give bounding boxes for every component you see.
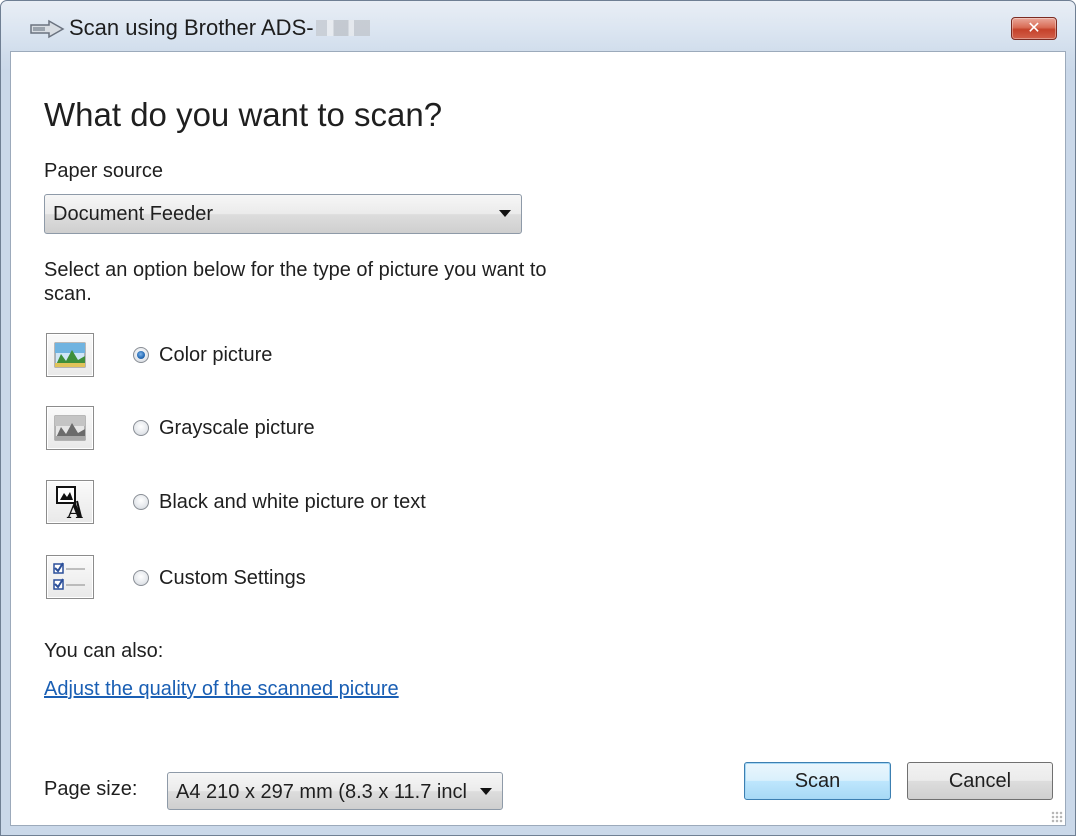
custom-settings-radio[interactable]: [133, 570, 149, 586]
grayscale-picture-label[interactable]: Grayscale picture: [159, 417, 315, 440]
redacted-model-number: [315, 20, 370, 36]
chevron-down-icon: [499, 210, 511, 217]
color-picture-radio[interactable]: [133, 347, 149, 363]
color-picture-label[interactable]: Color picture: [159, 344, 272, 367]
window-title-text: Scan using Brother ADS-: [69, 15, 314, 40]
grayscale-picture-icon[interactable]: [46, 406, 94, 450]
custom-settings-icon[interactable]: [46, 555, 94, 599]
window-title: Scan using Brother ADS-: [69, 15, 370, 41]
adjust-quality-link[interactable]: Adjust the quality of the scanned pictur…: [44, 678, 399, 701]
black-white-radio[interactable]: [133, 494, 149, 510]
page-title: What do you want to scan?: [44, 96, 443, 133]
close-button[interactable]: ✕: [1011, 17, 1057, 40]
paper-source-value: Document Feeder: [53, 203, 214, 225]
page-size-dropdown[interactable]: A4 210 x 297 mm (8.3 x 11.7 incl: [167, 772, 503, 810]
paper-source-dropdown[interactable]: Document Feeder: [44, 194, 522, 234]
grayscale-picture-radio[interactable]: [133, 420, 149, 436]
page-size-label: Page size:: [44, 778, 138, 800]
custom-settings-label[interactable]: Custom Settings: [159, 567, 306, 590]
scan-button[interactable]: Scan: [744, 762, 891, 800]
paper-source-label: Paper source: [44, 160, 163, 182]
option-description: Select an option below for the type of p…: [44, 259, 547, 305]
black-white-label[interactable]: Black and white picture or text: [159, 491, 426, 514]
title-bar[interactable]: Scan using Brother ADS- ✕: [1, 1, 1075, 49]
resize-grip-icon[interactable]: [1051, 811, 1063, 823]
scan-dialog-window: Scan using Brother ADS- ✕ What do you wa…: [0, 0, 1076, 836]
also-label: You can also:: [44, 640, 164, 662]
chevron-down-icon: [480, 788, 492, 795]
scanner-icon: [30, 19, 65, 39]
cancel-button[interactable]: Cancel: [907, 762, 1053, 800]
dialog-content: What do you want to scan? Paper source D…: [10, 51, 1066, 826]
page-size-value: A4 210 x 297 mm (8.3 x 11.7 incl: [176, 781, 467, 803]
color-picture-icon[interactable]: [46, 333, 94, 377]
black-white-text-icon[interactable]: A: [46, 480, 94, 524]
